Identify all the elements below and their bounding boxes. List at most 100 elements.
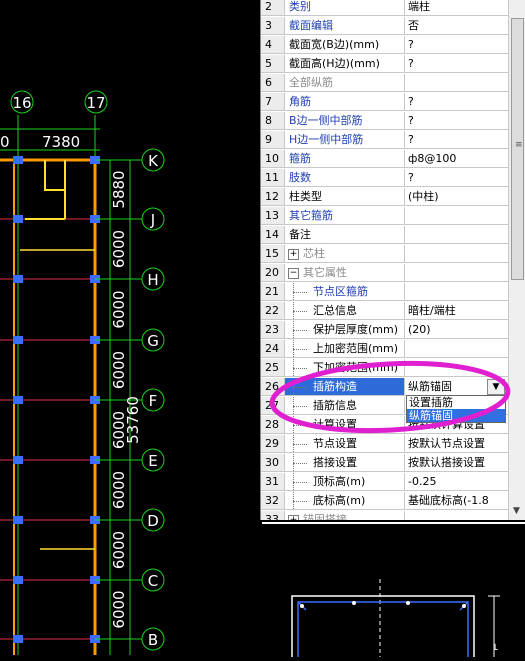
property-panel: 2 类别 端柱 3 截面编辑 否 4 截面宽(B边)(mm)? 5 截面高(H边)(mm)? 6 全部… <box>260 0 525 520</box>
property-name-label: H边一侧中部筋 <box>289 133 364 146</box>
property-value[interactable]: ? <box>405 131 508 148</box>
property-row[interactable]: 22 汇总信息 暗柱/端柱 <box>261 302 508 320</box>
property-value[interactable] <box>405 74 508 91</box>
property-name: 其它箍筋 <box>285 207 405 224</box>
row-number: 4 <box>261 36 285 53</box>
property-value[interactable]: (20) <box>405 321 508 338</box>
property-row[interactable]: 8 B边一侧中部筋? <box>261 112 508 130</box>
property-row[interactable]: 20− 其它属性 <box>261 264 508 282</box>
property-value[interactable]: ф8@100 <box>405 150 508 167</box>
scrollbar-thumb[interactable]: ≡ <box>511 18 524 280</box>
property-name: 截面宽(B边)(mm) <box>285 36 405 53</box>
axis-label-right: J <box>150 211 155 229</box>
property-value[interactable] <box>405 283 508 300</box>
property-value[interactable]: 基础底标高(-1.8 <box>405 492 508 509</box>
property-name-label: 角筋 <box>289 95 311 108</box>
property-name: 类别 <box>285 0 405 15</box>
scroll-down-arrow-icon[interactable]: ▼ <box>513 506 520 516</box>
property-row[interactable]: 21 节点区箍筋 <box>261 283 508 301</box>
row-number: 12 <box>261 188 285 205</box>
property-row[interactable]: 7 角筋? <box>261 93 508 111</box>
property-name-label: 箍筋 <box>289 152 311 165</box>
property-row[interactable]: 33 + 锚固搭接 <box>261 511 508 520</box>
property-name-label: 下加密范围(mm) <box>313 361 399 374</box>
property-row[interactable]: 4 截面宽(B边)(mm)? <box>261 36 508 54</box>
property-name-label: 节点设置 <box>313 437 357 450</box>
tree-branch <box>293 387 307 388</box>
expand-icon[interactable]: + <box>288 515 299 520</box>
property-row[interactable]: 23 保护层厚度(mm) (20) <box>261 321 508 339</box>
dimension-text: 6000 <box>110 351 128 389</box>
property-row[interactable]: 25 下加密范围(mm) <box>261 359 508 377</box>
property-name-label: 节点区箍筋 <box>313 285 368 298</box>
cad-canvas[interactable]: 16 17 0 7380 K J H G F E D C B 5880 6000 6000 6000 6000 60… <box>0 0 260 655</box>
property-name: 全部纵筋 <box>285 74 405 91</box>
row-number: 14 <box>261 226 285 243</box>
property-row[interactable]: 26 插筋构造 纵筋锚固 <box>261 378 508 396</box>
property-row[interactable]: 2 类别 端柱 <box>261 0 508 16</box>
row-number: 28 <box>261 416 285 433</box>
property-value[interactable] <box>405 207 508 224</box>
property-value[interactable] <box>405 264 508 281</box>
property-name: 底标高(m) <box>285 492 405 509</box>
column-marker <box>13 635 23 643</box>
dropdown-arrow-icon[interactable]: ▼ <box>487 379 505 395</box>
property-name: 保护层厚度(mm) <box>285 321 405 338</box>
row-number: 33 <box>261 511 285 520</box>
property-value[interactable]: ? <box>405 93 508 110</box>
property-value[interactable]: -0.25 <box>405 473 508 490</box>
property-row[interactable]: 32 底标高(m) 基础底标高(-1.8 <box>261 492 508 510</box>
axis-label-right: K <box>148 152 159 170</box>
property-value[interactable]: 按默认搭接设置 <box>405 454 508 471</box>
dimension-total-text: 53760 <box>124 396 142 444</box>
row-number: 29 <box>261 435 285 452</box>
property-grid: 2 类别 端柱 3 截面编辑 否 4 截面宽(B边)(mm)? 5 截面高(H边)(mm)? 6 全部… <box>261 0 508 520</box>
property-row[interactable]: 30 搭接设置 按默认搭接设置 <box>261 454 508 472</box>
dropdown-list[interactable]: 设置插筋 纵筋锚固 <box>406 395 506 423</box>
property-row[interactable]: 6 全部纵筋 <box>261 74 508 92</box>
property-name: 插筋构造 <box>285 378 405 395</box>
row-number: 31 <box>261 473 285 490</box>
row-number: 26 <box>261 378 285 395</box>
property-row[interactable]: 10 箍筋 ф8@100 <box>261 150 508 168</box>
property-row[interactable]: 5 截面高(H边)(mm)? <box>261 55 508 73</box>
property-value[interactable]: 暗柱/端柱 <box>405 302 508 319</box>
property-name-label: 上加密范围(mm) <box>313 342 399 355</box>
property-row[interactable]: 29 节点设置 按默认节点设置 <box>261 435 508 453</box>
grip-icon: ≡ <box>515 140 523 150</box>
property-name-label: 其它箍筋 <box>289 209 333 222</box>
tree-branch <box>293 406 307 407</box>
vertical-scrollbar[interactable]: ≡ ▼ <box>508 0 525 520</box>
property-row[interactable]: 11 肢数? <box>261 169 508 187</box>
property-value[interactable] <box>405 245 508 262</box>
property-row[interactable]: 31 顶标高(m) -0.25 <box>261 473 508 491</box>
collapse-icon[interactable]: − <box>288 268 299 279</box>
property-value[interactable] <box>405 340 508 357</box>
property-row[interactable]: 13 其它箍筋 <box>261 207 508 225</box>
property-value[interactable]: 否 <box>405 17 508 34</box>
property-value[interactable]: 端柱 <box>405 0 508 15</box>
axis-label-right: C <box>148 572 158 590</box>
property-row[interactable]: 14 备注 <box>261 226 508 244</box>
dropdown-option[interactable]: 纵筋锚固 <box>407 409 505 422</box>
property-row[interactable]: 3 截面编辑 否 <box>261 17 508 35</box>
detail-line <box>44 160 66 191</box>
property-value[interactable]: ? <box>405 36 508 53</box>
expand-icon[interactable]: + <box>288 249 299 260</box>
property-value[interactable]: ? <box>405 55 508 72</box>
property-row[interactable]: 15 + 芯柱 <box>261 245 508 263</box>
property-value[interactable] <box>405 359 508 376</box>
dimension-text: 6000 <box>110 290 128 328</box>
property-value[interactable]: 按默认节点设置 <box>405 435 508 452</box>
property-value[interactable]: ? <box>405 112 508 129</box>
property-value[interactable]: (中柱) <box>405 188 508 205</box>
property-row[interactable]: 9 H边一侧中部筋? <box>261 131 508 149</box>
property-row[interactable]: 12 柱类型 (中柱) <box>261 188 508 206</box>
property-value[interactable] <box>405 226 508 243</box>
dropdown-option[interactable]: 设置插筋 <box>407 396 505 409</box>
property-value[interactable]: ? <box>405 169 508 186</box>
property-row[interactable]: 24 上加密范围(mm) <box>261 340 508 358</box>
row-number: 27 <box>261 397 285 414</box>
row-number: 24 <box>261 340 285 357</box>
property-value[interactable] <box>405 511 508 520</box>
